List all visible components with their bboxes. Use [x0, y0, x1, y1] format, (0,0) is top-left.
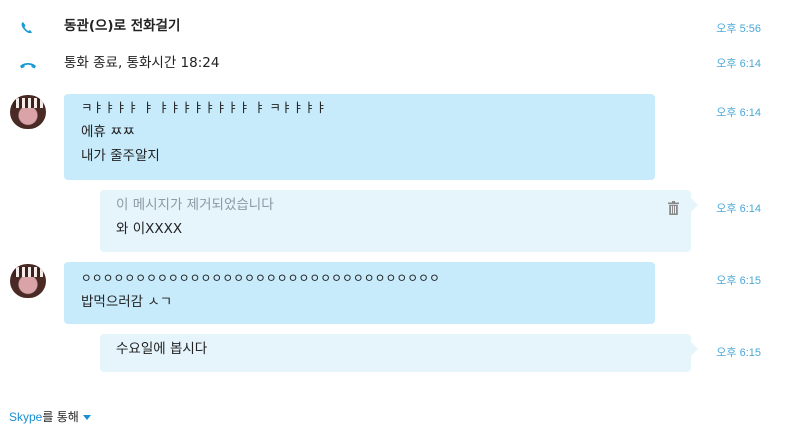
timestamp: 오후 6:15	[716, 347, 761, 359]
avatar[interactable]	[10, 95, 46, 129]
removed-notice: 이 메시지가 제거되었습니다	[116, 197, 274, 213]
message-line: 내가 줄주알지	[81, 148, 160, 164]
timestamp: 오후 6:15	[716, 275, 761, 287]
message-line: 밥먹으러감 ㅅㄱ	[81, 294, 173, 310]
hang-up-icon	[20, 63, 36, 69]
message-line: ㅋㅑㅑㅑㅑ ㅑ ㅑㅑㅑㅑㅑㅑㅑㅑ ㅑ ㅋㅑㅑㅑㅑ	[81, 100, 327, 115]
timestamp: 오후 6:14	[716, 107, 761, 119]
phone-icon	[21, 22, 32, 34]
trash-icon[interactable]	[668, 201, 679, 215]
message-bubble[interactable]: ㅋㅑㅑㅑㅑ ㅑ ㅑㅑㅑㅑㅑㅑㅑㅑ ㅑ ㅋㅑㅑㅑㅑ 에휴 ㅉㅉ 내가 줄주알지	[64, 94, 655, 180]
chevron-down-icon[interactable]	[82, 415, 91, 420]
call-event-text: 동관(으)로 전화걸기	[64, 16, 180, 36]
timestamp: 오후 5:56	[716, 23, 761, 35]
avatar[interactable]	[10, 264, 46, 298]
call-ended-text: 통화 종료, 통화시간 18:24	[64, 55, 220, 71]
message-bubble[interactable]: ㅇㅇㅇㅇㅇㅇㅇㅇㅇㅇㅇㅇㅇㅇㅇㅇㅇㅇㅇㅇㅇㅇㅇㅇㅇㅇㅇㅇㅇㅇㅇㅇㅇ 밥먹으러감 …	[64, 262, 655, 324]
timestamp: 오후 6:14	[716, 58, 761, 70]
message-bubble[interactable]: 수요일에 봅시다	[100, 334, 698, 372]
message-line: 에휴 ㅉㅉ	[81, 124, 135, 140]
timestamp: 오후 6:14	[716, 203, 761, 215]
call-event-bold: 동관(으)로 전화걸기	[64, 18, 181, 34]
message-bubble[interactable]: 이 메시지가 제거되었습니다 와 이XXXX	[100, 190, 698, 252]
message-line: 와 이XXXX	[116, 221, 183, 237]
message-line: ㅇㅇㅇㅇㅇㅇㅇㅇㅇㅇㅇㅇㅇㅇㅇㅇㅇㅇㅇㅇㅇㅇㅇㅇㅇㅇㅇㅇㅇㅇㅇㅇㅇ	[81, 271, 441, 285]
via-skype-selector[interactable]: Skype를 통해	[9, 408, 91, 425]
message-line: 수요일에 봅시다	[116, 341, 208, 357]
